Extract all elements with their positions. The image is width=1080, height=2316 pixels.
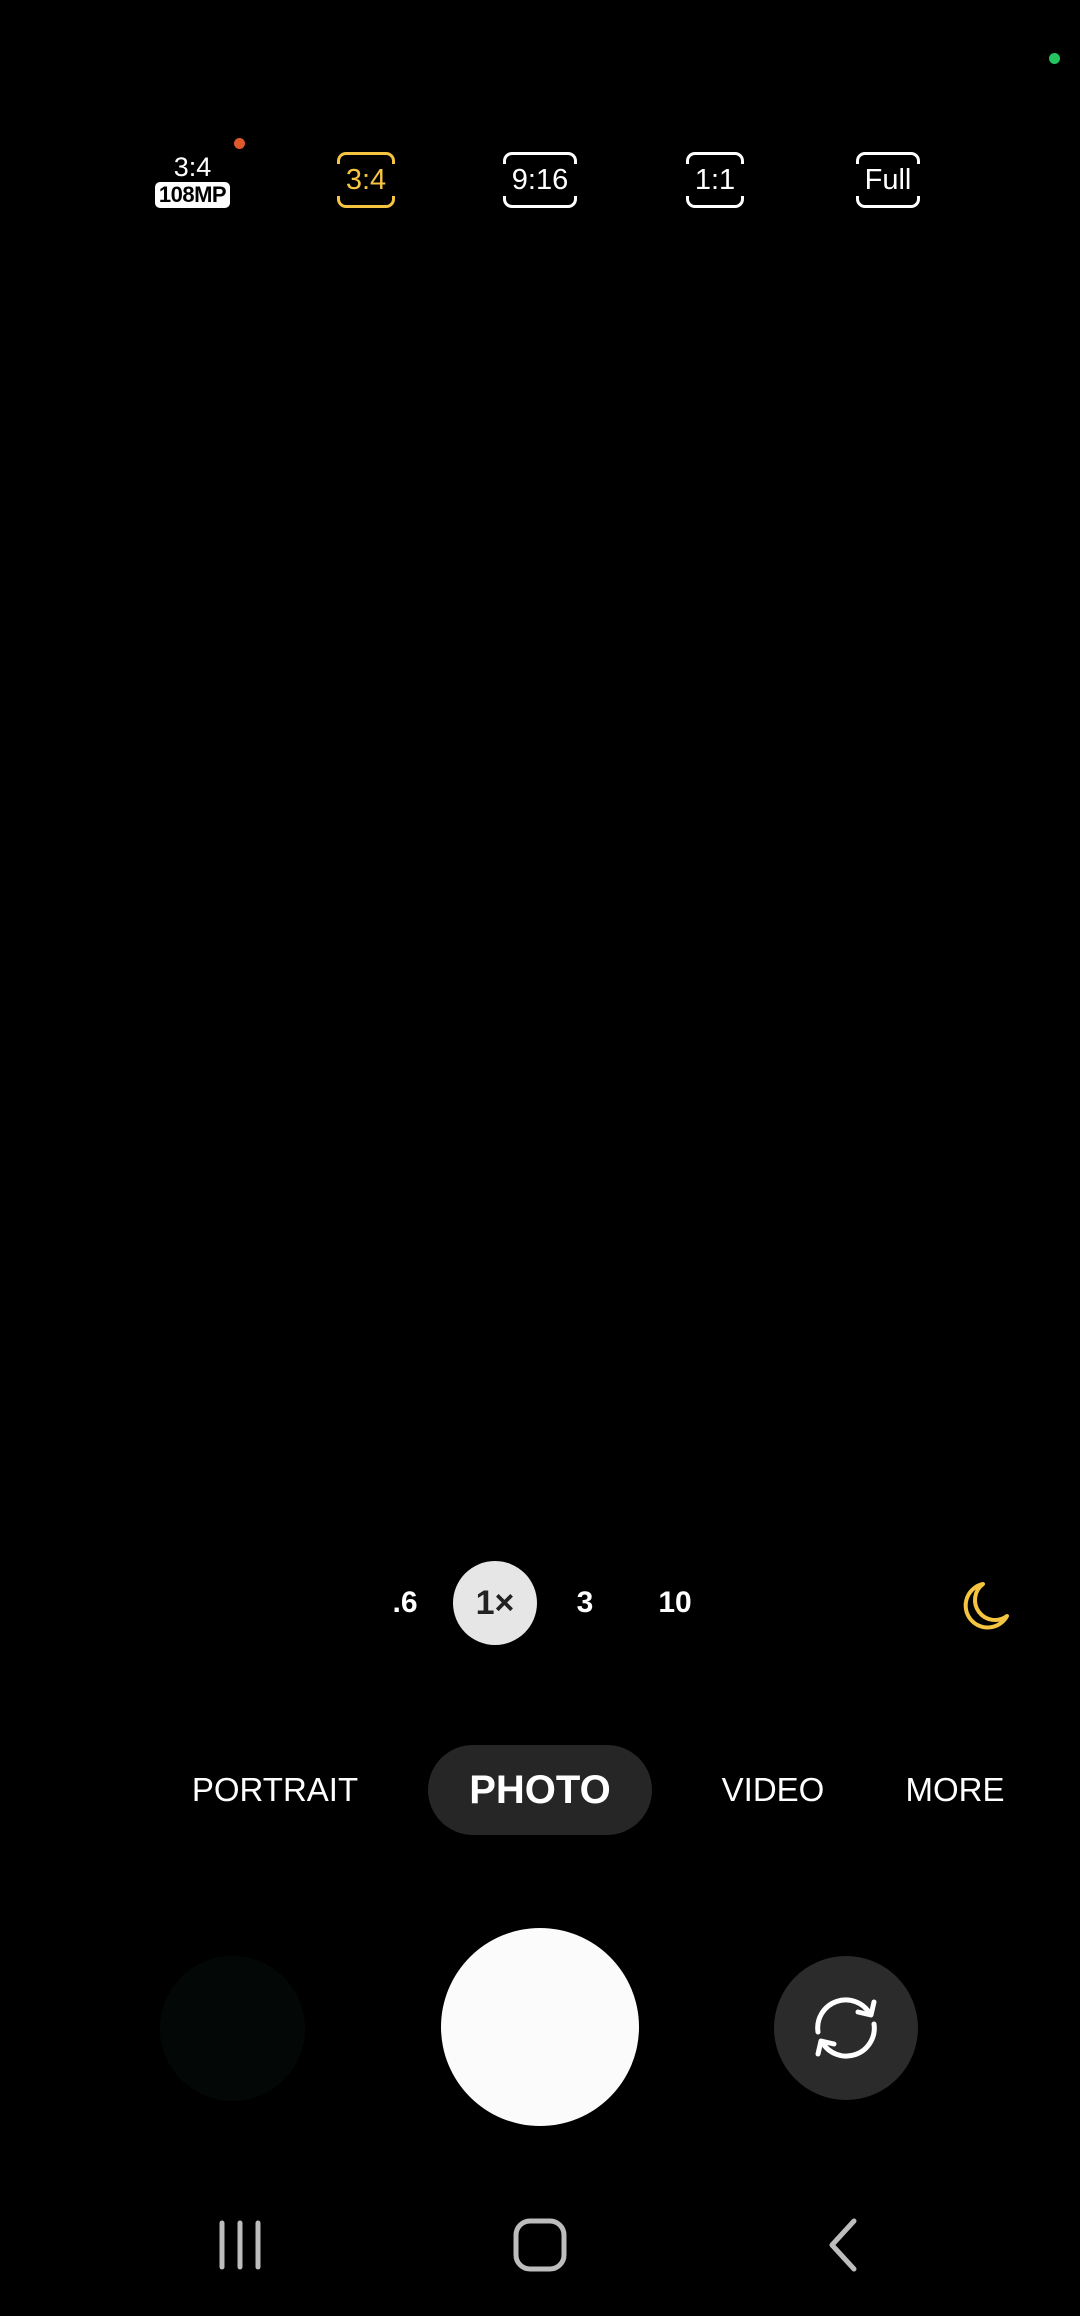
mode-video[interactable]: VIDEO (717, 1745, 829, 1835)
mode-more[interactable]: MORE (900, 1745, 1010, 1835)
mode-portrait[interactable]: PORTRAIT (190, 1745, 360, 1835)
ratio-108-label: 3:4 (173, 152, 212, 182)
mode-photo[interactable]: PHOTO (428, 1745, 652, 1835)
ratio-full-button[interactable]: Full (855, 140, 921, 220)
back-button[interactable] (795, 2210, 895, 2280)
ratio-3-4-108mp-button[interactable]: 3:4 108MP (145, 140, 240, 220)
zoom-10-button[interactable]: 10 (645, 1563, 705, 1643)
zoom-3-button[interactable]: 3 (560, 1563, 610, 1643)
camera-in-use-indicator (1049, 53, 1060, 64)
ratio-full-label: Full (855, 152, 921, 208)
aspect-ratio-bar: 3:4 108MP 3:4 9:16 1:1 Full (0, 140, 1080, 220)
zoom-0-6-button[interactable]: .6 (380, 1563, 430, 1643)
new-feature-dot (234, 138, 245, 149)
back-icon (829, 2218, 857, 2272)
megapixel-badge: 108MP (154, 182, 231, 208)
gallery-thumbnail[interactable] (160, 1956, 305, 2101)
recent-apps-icon (219, 2220, 261, 2270)
ratio-1-1-label: 1:1 (685, 152, 745, 208)
ratio-1-1-button[interactable]: 1:1 (685, 140, 745, 220)
shutter-button[interactable] (441, 1928, 639, 2126)
home-icon (513, 2218, 567, 2272)
recent-apps-button[interactable] (190, 2210, 290, 2280)
night-mode-button[interactable] (955, 1578, 1015, 1634)
switch-camera-icon (815, 1997, 877, 2059)
ratio-9-16-label: 9:16 (502, 152, 578, 208)
switch-camera-button[interactable] (774, 1956, 918, 2100)
ratio-3-4-label: 3:4 (336, 152, 396, 208)
home-button[interactable] (490, 2210, 590, 2280)
ratio-9-16-button[interactable]: 9:16 (502, 140, 578, 220)
zoom-1x-button[interactable]: 1× (453, 1561, 537, 1645)
ratio-3-4-button[interactable]: 3:4 (336, 140, 396, 220)
moon-icon (963, 1582, 1009, 1630)
